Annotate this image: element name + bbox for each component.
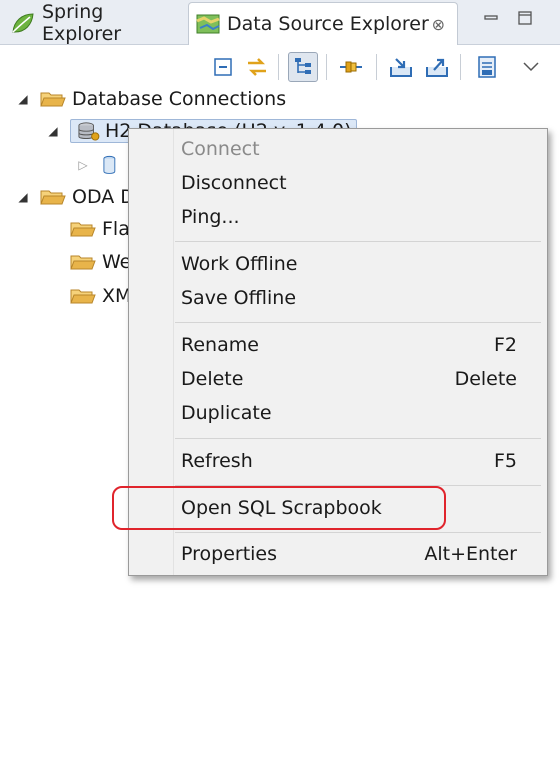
menu-separator: [175, 241, 541, 242]
menu-separator: [175, 438, 541, 439]
expanded-arrow-icon[interactable]: ◢: [16, 92, 30, 106]
menu-item-rename[interactable]: Rename F2: [181, 330, 517, 360]
database-icon: [78, 122, 100, 141]
expanded-arrow-icon[interactable]: ◢: [16, 190, 30, 204]
link-arrows-icon: [248, 58, 266, 76]
save-button[interactable]: [472, 52, 502, 82]
tab-label: Spring Explorer: [42, 0, 122, 45]
close-icon[interactable]: ⊗: [432, 15, 445, 34]
shortcut-label: Alt+Enter: [424, 543, 517, 565]
hierarchy-icon: [295, 58, 311, 74]
tree-item-flat-file[interactable]: Fla: [70, 214, 130, 244]
link-with-editor-button[interactable]: [242, 52, 272, 82]
view-menu-button[interactable]: [516, 52, 546, 82]
tab-spring-explorer[interactable]: Spring Explorer: [4, 0, 186, 45]
tab-data-source-explorer[interactable]: Data Source Explorer ⊗: [188, 2, 458, 45]
tree-item-label: We: [102, 251, 132, 273]
chevron-down-icon: [523, 62, 539, 72]
menu-item-connect[interactable]: Connect: [181, 134, 517, 164]
export-button[interactable]: [422, 52, 452, 82]
menu-item-duplicate[interactable]: Duplicate: [181, 398, 517, 428]
shortcut-label: F5: [493, 450, 517, 472]
import-icon: [390, 58, 412, 77]
document-icon: [478, 56, 496, 78]
tab-label: Data Source Explorer: [227, 13, 429, 35]
plug-icon: [340, 61, 362, 73]
tree-item-label: Database Connections: [72, 88, 287, 110]
tree-item-label: ODA D: [72, 186, 135, 208]
expanded-arrow-icon[interactable]: ◢: [46, 124, 60, 138]
spring-leaf-icon: [12, 12, 34, 33]
tree-item-oda-data-sources[interactable]: ◢ ODA D: [16, 182, 135, 212]
collapse-all-button[interactable]: [208, 52, 238, 82]
folder-open-icon: [70, 289, 96, 304]
collapse-all-icon: [214, 58, 232, 76]
menu-item-delete[interactable]: Delete Delete: [181, 364, 517, 394]
show-hierarchy-button[interactable]: [288, 52, 318, 82]
menu-separator: [175, 322, 541, 323]
collapsed-arrow-icon[interactable]: ▷: [76, 158, 90, 172]
menu-item-refresh[interactable]: Refresh F5: [181, 446, 517, 476]
folder-open-icon: [70, 222, 96, 237]
data-source-map-icon: [196, 14, 220, 34]
menu-item-save-offline[interactable]: Save Offline: [181, 283, 517, 313]
database-cylinder-icon: [103, 155, 116, 174]
shortcut-label: Delete: [454, 368, 517, 390]
folder-open-icon: [70, 255, 96, 270]
tree-item-schema[interactable]: ▷: [76, 150, 132, 180]
view-tab-bar: Spring Explorer Data Source Explorer ⊗: [0, 0, 560, 45]
tree-item-label: XM: [102, 285, 132, 307]
maximize-icon[interactable]: [516, 10, 534, 26]
folder-open-icon: [40, 190, 66, 205]
shortcut-label: F2: [493, 334, 517, 356]
export-icon: [426, 58, 448, 77]
menu-item-ping[interactable]: Ping...: [181, 202, 517, 232]
annotation-highlight-box: [112, 486, 446, 530]
folder-open-icon: [40, 92, 66, 107]
tree-item-web-services[interactable]: We: [70, 247, 131, 277]
view-toolbar: [0, 48, 560, 86]
connect-button[interactable]: [336, 52, 366, 82]
menu-item-work-offline[interactable]: Work Offline: [181, 249, 517, 279]
tree-item-label: Fla: [102, 218, 130, 240]
tree-item-database-connections[interactable]: ◢ Database Connections: [16, 84, 286, 114]
minimize-icon[interactable]: [482, 10, 500, 26]
menu-item-properties[interactable]: Properties Alt+Enter: [181, 539, 517, 569]
menu-item-disconnect[interactable]: Disconnect: [181, 168, 517, 198]
menu-separator: [175, 532, 541, 533]
import-button[interactable]: [386, 52, 416, 82]
tree-item-xml[interactable]: XM: [70, 281, 131, 311]
